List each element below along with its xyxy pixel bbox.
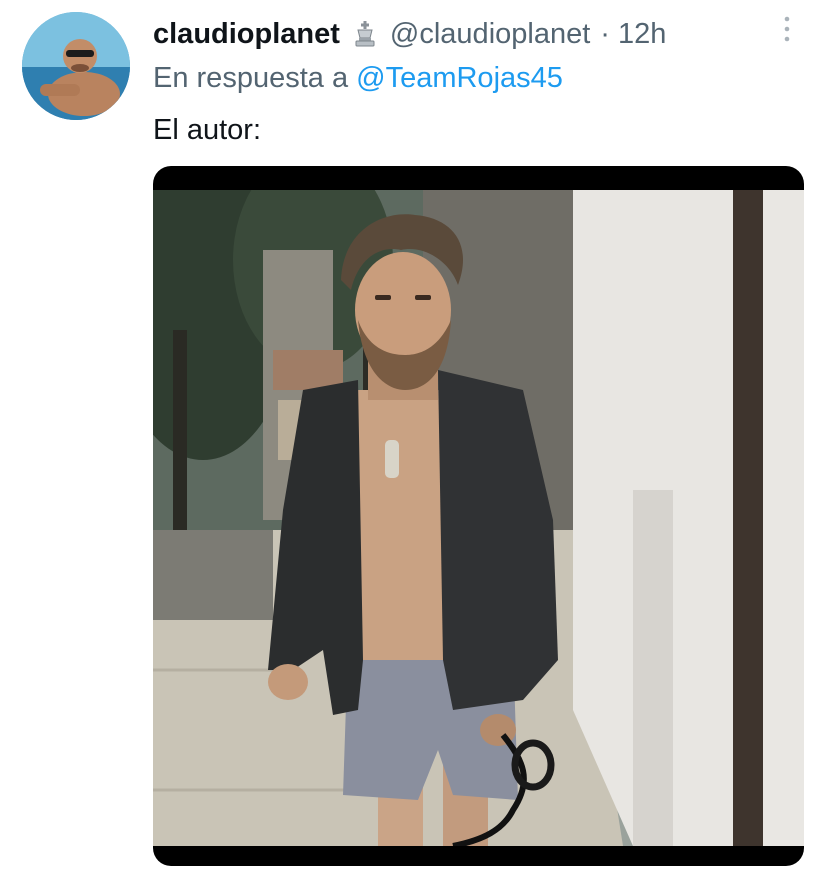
chess-king-icon bbox=[350, 19, 380, 49]
reply-to-link[interactable]: @TeamRojas45 bbox=[356, 62, 563, 94]
avatar[interactable] bbox=[22, 12, 130, 120]
tweet-header: claudioplanet @claudioplanet · 12h bbox=[153, 14, 666, 54]
user-handle[interactable]: @claudioplanet bbox=[390, 18, 590, 51]
tweet-media[interactable] bbox=[153, 166, 804, 866]
tweet-text: El autor: bbox=[153, 114, 261, 146]
reply-context: En respuesta a @TeamRojas45 bbox=[153, 62, 563, 95]
reply-prefix: En respuesta a bbox=[153, 62, 349, 94]
avatar-photo bbox=[22, 12, 130, 120]
separator-dot: · bbox=[600, 17, 610, 50]
media-photo bbox=[153, 190, 804, 846]
display-name[interactable]: claudioplanet bbox=[153, 18, 340, 51]
more-vertical-icon[interactable] bbox=[783, 14, 791, 44]
timestamp[interactable]: 12h bbox=[618, 18, 666, 51]
